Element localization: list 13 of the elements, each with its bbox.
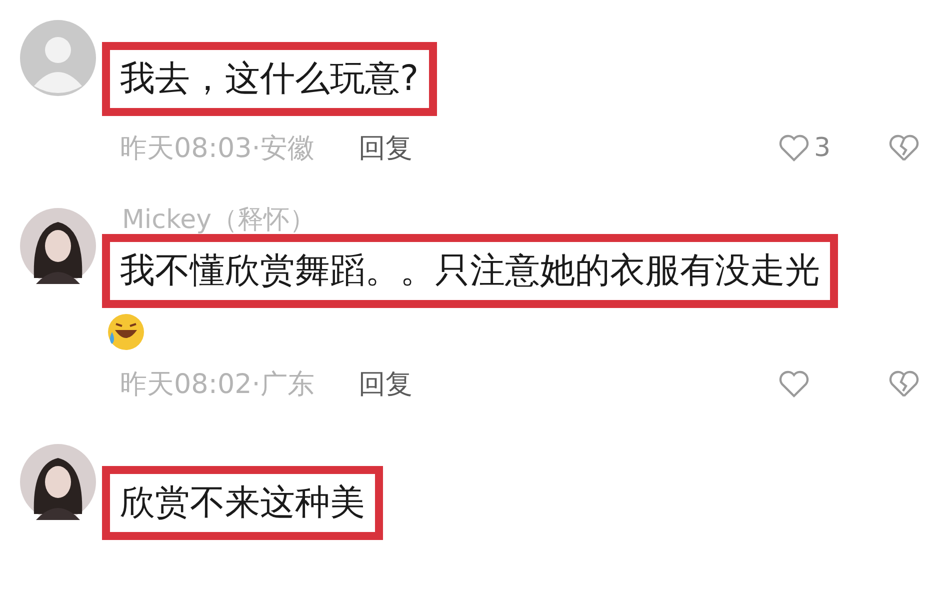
comment-text: 我不懂欣赏舞蹈。。只注意她的衣服有没走光 — [102, 234, 838, 308]
like-count: 3 — [814, 133, 831, 163]
reply-link[interactable]: 回复 — [358, 366, 412, 402]
comment-time: 昨天08:02·广东 — [120, 368, 314, 402]
broken-heart-icon[interactable] — [888, 133, 920, 163]
comment-time: 昨天08:03·安徽 — [120, 132, 314, 166]
broken-heart-icon[interactable] — [888, 369, 920, 399]
comment-text: 欣赏不来这种美 — [102, 466, 383, 540]
heart-icon[interactable] — [778, 369, 810, 399]
reply-link[interactable]: 回复 — [358, 130, 412, 166]
comment-text: 我去，这什么玩意? — [102, 42, 437, 116]
heart-icon[interactable] — [778, 133, 810, 163]
user-name: Mickey（释怀） — [121, 206, 316, 234]
